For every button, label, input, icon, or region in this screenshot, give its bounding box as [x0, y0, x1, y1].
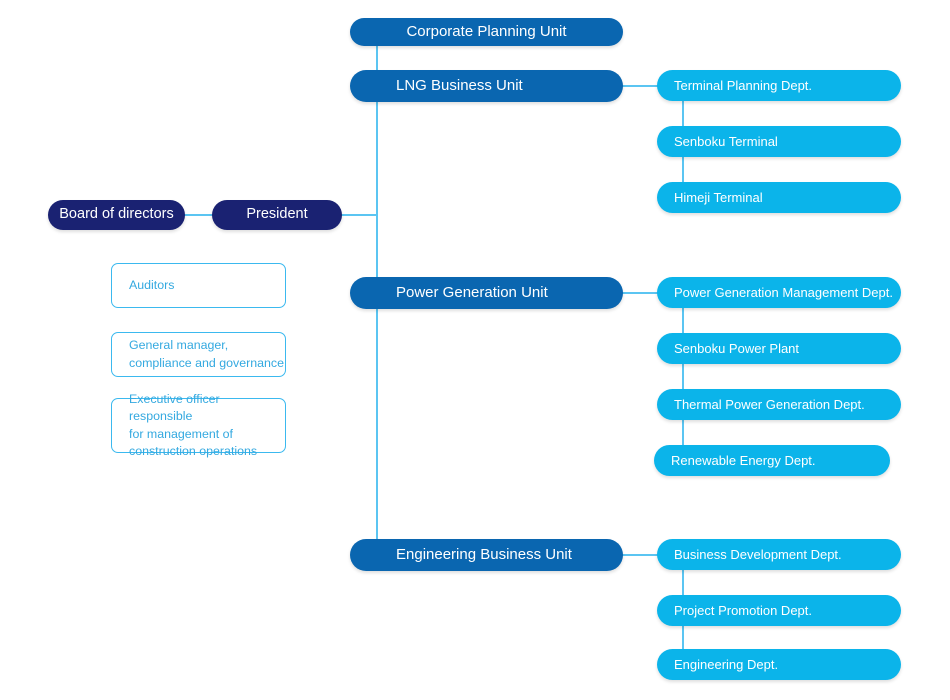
node-corporate-planning-unit[interactable]: Corporate Planning Unit: [350, 18, 623, 46]
node-board[interactable]: Board of directors: [48, 200, 185, 230]
node-compliance[interactable]: General manager, compliance and governanc…: [111, 332, 286, 377]
node-thermal-power-generation-dept-label: Thermal Power Generation Dept.: [674, 396, 865, 412]
node-thermal-power-generation-dept[interactable]: Thermal Power Generation Dept.: [657, 389, 901, 420]
node-himeji-terminal-label: Himeji Terminal: [674, 189, 763, 205]
node-himeji-terminal[interactable]: Himeji Terminal: [657, 182, 901, 213]
node-senboku-terminal-label: Senboku Terminal: [674, 133, 778, 149]
node-power-generation-unit[interactable]: Power Generation Unit: [350, 277, 623, 309]
org-chart-diagram: Board of directors President Auditors Gener…: [0, 0, 950, 700]
node-engineering-dept[interactable]: Engineering Dept.: [657, 649, 901, 680]
node-auditors[interactable]: Auditors: [111, 263, 286, 308]
node-business-development-dept[interactable]: Business Development Dept.: [657, 539, 901, 570]
node-president[interactable]: President: [212, 200, 342, 230]
node-auditors-label: Auditors: [129, 277, 175, 292]
connector-power-dept-spine: [682, 292, 684, 461]
node-board-label: Board of directors: [59, 206, 174, 223]
node-engineering-dept-label: Engineering Dept.: [674, 656, 779, 672]
connector-eng-unit-to-dept: [620, 554, 662, 556]
node-corporate-planning-unit-label: Corporate Planning Unit: [406, 23, 567, 40]
node-business-development-dept-label: Business Development Dept.: [674, 546, 842, 562]
node-renewable-energy-dept[interactable]: Renewable Energy Dept.: [654, 445, 890, 476]
connector-board-to-president: [180, 214, 216, 216]
node-lng-business-unit[interactable]: LNG Business Unit: [350, 70, 623, 102]
node-power-generation-management-dept-label: Power Generation Management Dept.: [674, 284, 893, 300]
node-construction[interactable]: Executive officer responsible for managem…: [111, 392, 286, 458]
node-senboku-power-plant-label: Senboku Power Plant: [674, 340, 800, 356]
connector-president-to-spine: [338, 214, 378, 216]
node-engineering-business-unit[interactable]: Engineering Business Unit: [350, 539, 623, 571]
node-power-generation-unit-label: Power Generation Unit: [396, 284, 548, 301]
node-senboku-terminal[interactable]: Senboku Terminal: [657, 126, 901, 157]
node-president-label: President: [246, 206, 308, 223]
node-project-promotion-dept-label: Project Promotion Dept.: [674, 602, 813, 618]
node-terminal-planning-dept[interactable]: Terminal Planning Dept.: [657, 70, 901, 101]
connector-lng-unit-to-dept: [620, 85, 662, 87]
node-compliance-label: General manager, compliance and governanc…: [129, 338, 284, 370]
node-lng-business-unit-label: LNG Business Unit: [396, 77, 523, 94]
node-engineering-business-unit-label: Engineering Business Unit: [396, 546, 572, 563]
node-project-promotion-dept[interactable]: Project Promotion Dept.: [657, 595, 901, 626]
node-senboku-power-plant[interactable]: Senboku Power Plant: [657, 333, 901, 364]
node-terminal-planning-dept-label: Terminal Planning Dept.: [674, 77, 813, 93]
node-renewable-energy-dept-label: Renewable Energy Dept.: [671, 452, 816, 468]
connector-power-unit-to-dept: [620, 292, 662, 294]
node-construction-label: Executive officer responsible for managem…: [129, 392, 258, 458]
node-power-generation-management-dept[interactable]: Power Generation Management Dept.: [657, 277, 901, 308]
